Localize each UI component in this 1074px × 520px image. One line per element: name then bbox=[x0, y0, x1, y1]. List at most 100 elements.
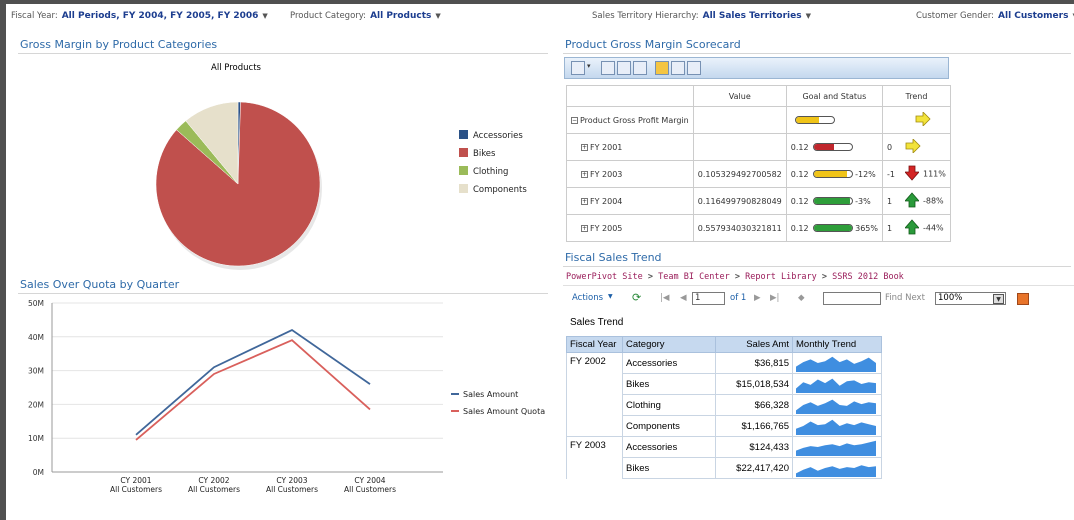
category-cell: Accessories bbox=[622, 436, 716, 458]
sort-descending-icon[interactable] bbox=[687, 61, 701, 75]
product-category-value[interactable]: All Products bbox=[370, 11, 431, 21]
collapse-icon[interactable]: − bbox=[571, 116, 578, 124]
monthly-trend-cell bbox=[792, 394, 882, 416]
x-tick-sublabel: All Customers bbox=[344, 485, 396, 494]
legend-swatch bbox=[459, 184, 468, 193]
expand-icon[interactable]: + bbox=[581, 143, 588, 151]
sales-territory-filter[interactable]: Sales Territory Hierarchy: All Sales Terr… bbox=[592, 11, 811, 21]
previous-page-icon[interactable]: ◀ bbox=[680, 293, 687, 303]
sales-amount-cell: $124,433 bbox=[715, 436, 793, 458]
expand-icon[interactable]: + bbox=[581, 224, 588, 232]
trend-number: -1 bbox=[886, 169, 895, 179]
trend-cell: 0 bbox=[881, 133, 952, 161]
back-icon[interactable]: ◆ bbox=[798, 293, 805, 303]
category-cell: Bikes bbox=[622, 373, 716, 395]
scorecard-row[interactable]: + FY 2005 0.557934030321811 0.12 365% 1 -44% bbox=[566, 214, 952, 242]
status-percent: 365% bbox=[855, 223, 878, 233]
table-row: Bikes $15,018,534 bbox=[566, 373, 882, 395]
first-page-icon[interactable]: |◀ bbox=[660, 293, 669, 303]
row-label[interactable]: + FY 2004 bbox=[566, 187, 694, 215]
product-category-filter[interactable]: Product Category: All Products ▼ bbox=[290, 11, 441, 21]
filter-icon[interactable] bbox=[571, 61, 585, 75]
chevron-down-icon[interactable]: ▼ bbox=[262, 12, 267, 20]
x-tick-sublabel: All Customers bbox=[266, 485, 318, 494]
breadcrumb-link[interactable]: PowerPivot Site bbox=[566, 272, 643, 282]
refresh-icon[interactable]: ⟳ bbox=[632, 291, 641, 304]
customer-gender-filter[interactable]: Customer Gender:All Customers▼ bbox=[916, 11, 1074, 21]
row-name: FY 2004 bbox=[590, 196, 623, 206]
customer-gender-value[interactable]: All Customers bbox=[998, 11, 1068, 21]
legend-label: Components bbox=[473, 185, 527, 195]
find-next-link[interactable]: Find Next bbox=[885, 293, 925, 303]
scorecard-table: Value Goal and Status Trend − Product Gro… bbox=[566, 85, 952, 242]
divider bbox=[563, 53, 1071, 54]
x-tick-label: CY 2002 bbox=[198, 476, 229, 485]
y-tick-label: 0M bbox=[33, 468, 44, 477]
actions-menu[interactable]: Actions bbox=[572, 293, 603, 303]
sales-territory-value[interactable]: All Sales Territories bbox=[703, 11, 802, 21]
category-cell: Components bbox=[622, 415, 716, 437]
x-tick-label: CY 2003 bbox=[276, 476, 307, 485]
chart-icon[interactable] bbox=[617, 61, 631, 75]
export-icon[interactable] bbox=[633, 61, 647, 75]
table-row: Clothing $66,328 bbox=[566, 394, 882, 416]
sort-ascending-icon[interactable] bbox=[671, 61, 685, 75]
goal-value: 0.12 bbox=[790, 169, 809, 179]
column-header: Monthly Trend bbox=[792, 336, 882, 353]
x-tick-label: CY 2004 bbox=[354, 476, 385, 485]
chevron-down-icon[interactable]: ▼ bbox=[806, 12, 811, 20]
legend-swatch bbox=[459, 148, 468, 157]
fiscal-year-value[interactable]: All Periods, FY 2004, FY 2005, FY 2006 bbox=[62, 11, 259, 21]
monthly-trend-cell bbox=[792, 352, 882, 374]
sales-trend-table: Fiscal Year Category Sales Amt Monthly T… bbox=[566, 336, 882, 479]
column-header: Goal and Status bbox=[785, 85, 883, 107]
expand-icon[interactable]: + bbox=[581, 170, 588, 178]
arrow-down-icon bbox=[904, 165, 920, 181]
trend-number: 1 bbox=[886, 196, 893, 206]
scorecard-row[interactable]: + FY 2004 0.116499790828049 0.12 -3% 1 -88% bbox=[566, 187, 952, 215]
sales-quota-line-chart: 0M10M20M30M40M50MCY 2001All CustomersCY … bbox=[28, 299, 545, 494]
customer-gender-label: Customer Gender: bbox=[916, 11, 995, 21]
chevron-down-icon[interactable]: ▼ bbox=[435, 12, 440, 20]
breadcrumb-link[interactable]: Team BI Center bbox=[658, 272, 730, 282]
scorecard-row[interactable]: − Product Gross Profit Margin bbox=[566, 106, 952, 134]
breadcrumb: PowerPivot Site > Team BI Center > Repor… bbox=[566, 272, 904, 282]
chevron-down-icon[interactable]: ▼ bbox=[993, 294, 1004, 304]
table-header-row: Fiscal Year Category Sales Amt Monthly T… bbox=[566, 336, 882, 353]
find-input[interactable] bbox=[823, 292, 881, 305]
trend-number: 1 bbox=[886, 223, 893, 233]
goal-status-cell: 0.12 -3% bbox=[785, 187, 883, 215]
fiscal-year-filter[interactable]: Fiscal Year: All Periods, FY 2004, FY 200… bbox=[11, 11, 268, 21]
chevron-down-icon[interactable]: ▼ bbox=[608, 293, 613, 300]
last-page-icon[interactable]: ▶| bbox=[770, 293, 779, 303]
trend-percent: -88% bbox=[922, 196, 944, 206]
status-percent: -3% bbox=[855, 196, 871, 206]
trend-cell: -1 111% bbox=[881, 160, 952, 188]
pie-chart-title: All Products bbox=[211, 63, 262, 73]
divider bbox=[563, 285, 1074, 286]
row-label[interactable]: + FY 2003 bbox=[566, 160, 694, 188]
row-label[interactable]: + FY 2001 bbox=[566, 133, 694, 161]
row-label[interactable]: + FY 2005 bbox=[566, 214, 694, 242]
next-page-icon[interactable]: ▶ bbox=[754, 293, 761, 303]
scorecard-toolbar: ▾ bbox=[564, 57, 949, 79]
sparkline-chart bbox=[796, 399, 876, 414]
grid-icon[interactable] bbox=[601, 61, 615, 75]
status-gauge bbox=[794, 116, 835, 124]
scorecard-row[interactable]: + FY 2001 0.12 0 bbox=[566, 133, 952, 161]
expand-icon[interactable]: + bbox=[581, 197, 588, 205]
table-row: FY 2002 Accessories $36,815 bbox=[566, 352, 882, 374]
fiscal-year-cell bbox=[566, 394, 623, 416]
breadcrumb-link[interactable]: SSRS 2012 Book bbox=[832, 272, 904, 282]
chevron-down-icon[interactable]: ▾ bbox=[587, 62, 591, 70]
fiscal-sales-title: Fiscal Sales Trend bbox=[565, 251, 662, 264]
export-icon[interactable] bbox=[1017, 293, 1029, 305]
legend-swatch bbox=[459, 166, 468, 175]
breadcrumb-link[interactable]: Report Library bbox=[745, 272, 817, 282]
page-number-input[interactable]: 1 bbox=[692, 292, 725, 305]
fiscal-year-cell bbox=[566, 415, 623, 437]
scorecard-row[interactable]: + FY 2003 0.105329492700582 0.12 -12% -1 111% bbox=[566, 160, 952, 188]
x-tick-sublabel: All Customers bbox=[188, 485, 240, 494]
row-label[interactable]: − Product Gross Profit Margin bbox=[566, 106, 694, 134]
highlight-icon[interactable] bbox=[655, 61, 669, 75]
